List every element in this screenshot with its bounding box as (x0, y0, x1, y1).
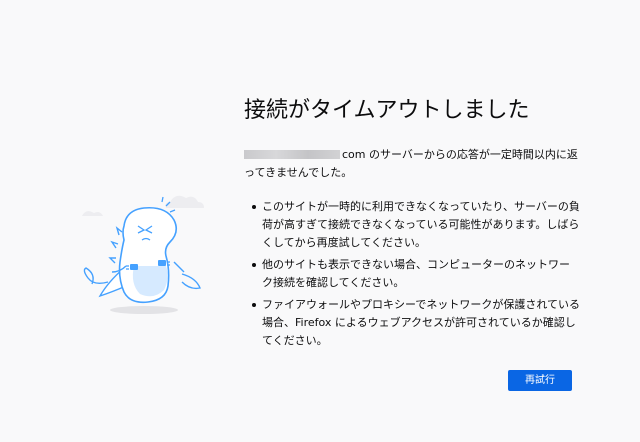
redacted-hostname (244, 150, 340, 159)
reason-item: ファイアウォールやプロキシーでネットワークが保護されている場合、Firefox … (252, 296, 580, 350)
error-page: 接続がタイムアウトしました com のサーバーからの応答が一定時間以内に返ってき… (0, 0, 640, 442)
dinosaur-unplugged-icon (78, 182, 208, 322)
reason-item: 他のサイトも表示できない場合、コンピューターのネットワーク接続を確認してください… (252, 256, 580, 292)
reason-list: このサイトが一時的に利用できなくなっていたり、サーバーの負荷が高すぎて接続できな… (244, 198, 580, 350)
reason-item: このサイトが一時的に利用できなくなっていたり、サーバーの負荷が高すぎて接続できな… (252, 198, 580, 252)
retry-button[interactable]: 再試行 (508, 370, 572, 391)
error-description: com のサーバーからの応答が一定時間以内に返ってきませんでした。 (244, 146, 580, 182)
error-content: 接続がタイムアウトしました com のサーバーからの応答が一定時間以内に返ってき… (244, 96, 580, 354)
page-title: 接続がタイムアウトしました (244, 98, 530, 123)
